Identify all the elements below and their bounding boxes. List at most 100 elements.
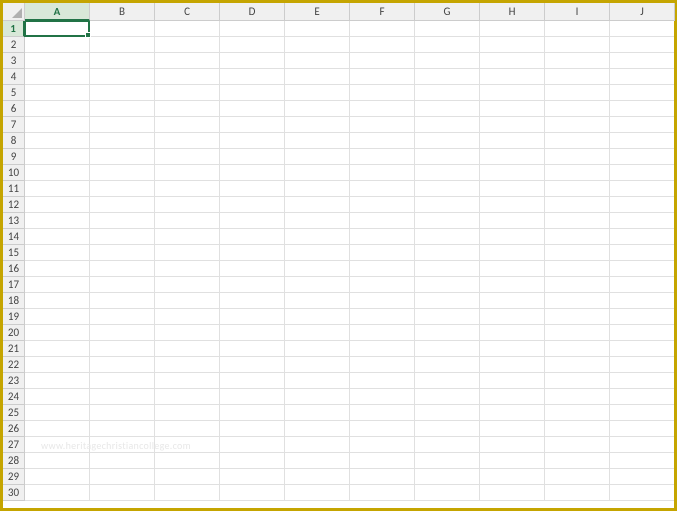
row-header-26[interactable]: 26: [3, 421, 25, 437]
cell[interactable]: [25, 357, 90, 373]
cell[interactable]: [155, 21, 220, 37]
cell[interactable]: [545, 453, 610, 469]
cell[interactable]: [350, 325, 415, 341]
cell[interactable]: [90, 21, 155, 37]
cell[interactable]: [90, 165, 155, 181]
row-header-4[interactable]: 4: [3, 69, 25, 85]
cell[interactable]: [480, 21, 545, 37]
cell[interactable]: [610, 325, 674, 341]
cell[interactable]: [25, 325, 90, 341]
column-header-b[interactable]: B: [90, 3, 155, 21]
cell[interactable]: [545, 261, 610, 277]
cell[interactable]: [285, 37, 350, 53]
cell[interactable]: [155, 181, 220, 197]
cell[interactable]: [25, 373, 90, 389]
cell[interactable]: [25, 229, 90, 245]
cell[interactable]: [415, 101, 480, 117]
cell[interactable]: [610, 101, 674, 117]
cell[interactable]: [415, 149, 480, 165]
cell[interactable]: [220, 53, 285, 69]
cell[interactable]: [415, 453, 480, 469]
cell[interactable]: [220, 21, 285, 37]
cell[interactable]: [90, 389, 155, 405]
row-header-14[interactable]: 14: [3, 229, 25, 245]
cell[interactable]: [610, 277, 674, 293]
cell[interactable]: [25, 277, 90, 293]
cell[interactable]: [480, 421, 545, 437]
cell[interactable]: [350, 309, 415, 325]
cell[interactable]: [155, 325, 220, 341]
cell[interactable]: [415, 85, 480, 101]
row-header-22[interactable]: 22: [3, 357, 25, 373]
cell[interactable]: [350, 21, 415, 37]
cell[interactable]: [155, 389, 220, 405]
cell[interactable]: [90, 373, 155, 389]
cell[interactable]: [155, 341, 220, 357]
cell[interactable]: [350, 485, 415, 501]
cell[interactable]: [220, 213, 285, 229]
cell[interactable]: [610, 85, 674, 101]
cell[interactable]: [25, 85, 90, 101]
cell[interactable]: [285, 485, 350, 501]
cell[interactable]: [155, 421, 220, 437]
cell[interactable]: [90, 53, 155, 69]
cell[interactable]: [350, 405, 415, 421]
cell[interactable]: [220, 341, 285, 357]
cell[interactable]: [90, 357, 155, 373]
cell[interactable]: [220, 453, 285, 469]
cell[interactable]: [415, 421, 480, 437]
cell[interactable]: [25, 389, 90, 405]
row-header-17[interactable]: 17: [3, 277, 25, 293]
cell[interactable]: [545, 53, 610, 69]
column-header-e[interactable]: E: [285, 3, 350, 21]
cell[interactable]: [610, 21, 674, 37]
cell[interactable]: [350, 37, 415, 53]
cell[interactable]: [415, 53, 480, 69]
row-header-16[interactable]: 16: [3, 261, 25, 277]
cell[interactable]: [90, 405, 155, 421]
cell[interactable]: [285, 261, 350, 277]
column-header-d[interactable]: D: [220, 3, 285, 21]
cell[interactable]: [25, 469, 90, 485]
cell[interactable]: [155, 261, 220, 277]
cell[interactable]: [90, 37, 155, 53]
cell[interactable]: [90, 437, 155, 453]
cell[interactable]: [25, 437, 90, 453]
cell[interactable]: [285, 309, 350, 325]
cell[interactable]: [220, 197, 285, 213]
cell[interactable]: [285, 405, 350, 421]
cell[interactable]: [25, 453, 90, 469]
cell[interactable]: [415, 357, 480, 373]
cell[interactable]: [415, 373, 480, 389]
column-header-c[interactable]: C: [155, 3, 220, 21]
cell[interactable]: [545, 229, 610, 245]
cell[interactable]: [155, 485, 220, 501]
cell[interactable]: [480, 309, 545, 325]
cell[interactable]: [155, 293, 220, 309]
cell[interactable]: [610, 389, 674, 405]
cell[interactable]: [480, 373, 545, 389]
row-header-11[interactable]: 11: [3, 181, 25, 197]
cell[interactable]: [220, 101, 285, 117]
cell[interactable]: [220, 261, 285, 277]
cell[interactable]: [610, 405, 674, 421]
cell[interactable]: [610, 229, 674, 245]
cell[interactable]: [610, 437, 674, 453]
cell[interactable]: [610, 293, 674, 309]
cell[interactable]: [610, 421, 674, 437]
cell[interactable]: [480, 261, 545, 277]
cell[interactable]: [90, 421, 155, 437]
cell[interactable]: [545, 69, 610, 85]
cell[interactable]: [545, 437, 610, 453]
row-header-19[interactable]: 19: [3, 309, 25, 325]
cell[interactable]: [350, 133, 415, 149]
cell[interactable]: [155, 277, 220, 293]
cell[interactable]: [25, 293, 90, 309]
cell[interactable]: [545, 421, 610, 437]
cell[interactable]: [415, 405, 480, 421]
cell[interactable]: [350, 229, 415, 245]
cell[interactable]: [350, 421, 415, 437]
row-header-21[interactable]: 21: [3, 341, 25, 357]
cell[interactable]: [25, 421, 90, 437]
cell[interactable]: [220, 325, 285, 341]
